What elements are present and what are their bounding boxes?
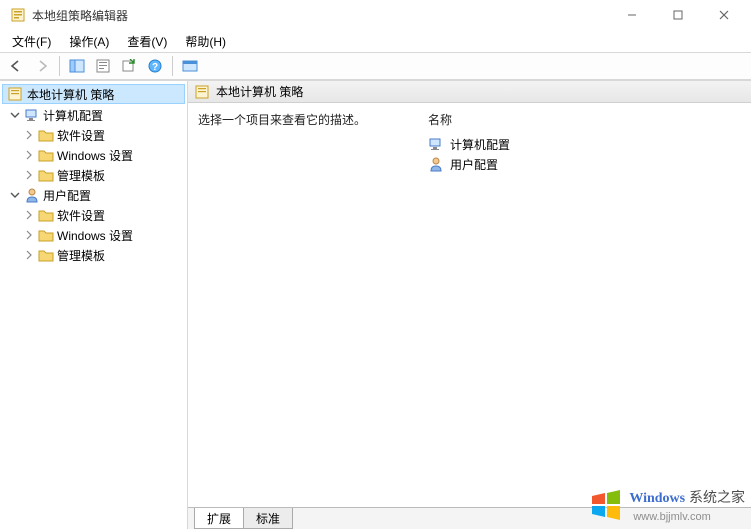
workspace: 本地计算机 策略 计算机配置 软件设置 Windows 设置 管理模板 <box>0 80 751 529</box>
close-button[interactable] <box>701 0 747 30</box>
chevron-right-icon[interactable] <box>23 129 35 141</box>
folder-icon <box>38 167 54 183</box>
tab-standard[interactable]: 标准 <box>243 508 293 529</box>
chevron-down-icon[interactable] <box>9 109 21 121</box>
detail-body: 选择一个项目来查看它的描述。 名称 计算机配置 用户配置 <box>188 103 751 507</box>
list-item-label: 用户配置 <box>450 156 498 173</box>
list-item-computer-config[interactable]: 计算机配置 <box>428 134 741 154</box>
chevron-right-icon[interactable] <box>23 169 35 181</box>
properties-button[interactable] <box>91 55 115 77</box>
tree-label: Windows 设置 <box>57 227 133 244</box>
watermark-brand2: 系统之家 <box>689 489 745 505</box>
export-button[interactable] <box>117 55 141 77</box>
chevron-right-icon[interactable] <box>23 149 35 161</box>
computer-icon <box>428 136 444 152</box>
folder-icon <box>38 207 54 223</box>
tree-node-user-config[interactable]: 用户配置 <box>0 185 187 205</box>
tree-label: 软件设置 <box>57 127 105 144</box>
maximize-button[interactable] <box>655 0 701 30</box>
policy-icon <box>194 84 210 100</box>
windows-logo-icon <box>589 488 623 522</box>
tree-node-admin-templates[interactable]: 管理模板 <box>0 245 187 265</box>
chevron-down-icon[interactable] <box>9 189 21 201</box>
menu-bar: 文件(F) 操作(A) 查看(V) 帮助(H) <box>0 30 751 52</box>
watermark-brand: Windows <box>629 491 685 506</box>
tree-root-label: 本地计算机 策略 <box>27 86 114 103</box>
show-hide-button[interactable] <box>178 55 202 77</box>
tree-label: 软件设置 <box>57 207 105 224</box>
tree-node-computer-config[interactable]: 计算机配置 <box>0 105 187 125</box>
minimize-button[interactable] <box>609 0 655 30</box>
computer-icon <box>24 107 40 123</box>
chevron-right-icon[interactable] <box>23 249 35 261</box>
list-item-user-config[interactable]: 用户配置 <box>428 154 741 174</box>
menu-action[interactable]: 操作(A) <box>61 31 117 52</box>
window-controls <box>609 0 747 30</box>
help-button[interactable]: ? <box>143 55 167 77</box>
user-icon <box>24 187 40 203</box>
tree-label: 管理模板 <box>57 247 105 264</box>
watermark: Windows 系统之家 www.bjjmlv.com <box>589 487 745 523</box>
column-header-name[interactable]: 名称 <box>428 111 741 128</box>
list-item-label: 计算机配置 <box>450 136 510 153</box>
tree-node-windows-settings[interactable]: Windows 设置 <box>0 145 187 165</box>
watermark-url: www.bjjmlv.com <box>633 511 710 523</box>
app-icon <box>10 7 26 23</box>
tree-node-software-settings[interactable]: 软件设置 <box>0 205 187 225</box>
folder-icon <box>38 127 54 143</box>
detail-header-title: 本地计算机 策略 <box>216 83 303 100</box>
tree-label: 管理模板 <box>57 167 105 184</box>
toolbar-separator <box>172 56 173 76</box>
tree-node-windows-settings[interactable]: Windows 设置 <box>0 225 187 245</box>
tree-node-admin-templates[interactable]: 管理模板 <box>0 165 187 185</box>
chevron-right-icon[interactable] <box>23 209 35 221</box>
svg-text:?: ? <box>152 62 158 73</box>
tree-node-software-settings[interactable]: 软件设置 <box>0 125 187 145</box>
menu-view[interactable]: 查看(V) <box>119 31 175 52</box>
title-bar: 本地组策略编辑器 <box>0 0 751 30</box>
tree-label: 用户配置 <box>43 187 91 204</box>
tree-label: Windows 设置 <box>57 147 133 164</box>
tree-label: 计算机配置 <box>43 107 103 124</box>
toolbar-separator <box>59 56 60 76</box>
description-text: 选择一个项目来查看它的描述。 <box>198 111 398 128</box>
nav-back-button[interactable] <box>4 55 28 77</box>
menu-help[interactable]: 帮助(H) <box>177 31 234 52</box>
description-column: 选择一个项目来查看它的描述。 <box>198 111 398 499</box>
nav-forward-button[interactable] <box>30 55 54 77</box>
tab-extended[interactable]: 扩展 <box>194 508 244 529</box>
detail-pane: 本地计算机 策略 选择一个项目来查看它的描述。 名称 计算机配置 用户配置 扩展… <box>188 81 751 529</box>
user-icon <box>428 156 444 172</box>
folder-icon <box>38 247 54 263</box>
menu-file[interactable]: 文件(F) <box>4 31 59 52</box>
folder-icon <box>38 227 54 243</box>
detail-header: 本地计算机 策略 <box>188 81 751 103</box>
panes-button[interactable] <box>65 55 89 77</box>
chevron-right-icon[interactable] <box>23 229 35 241</box>
list-column: 名称 计算机配置 用户配置 <box>428 111 741 499</box>
folder-icon <box>38 147 54 163</box>
policy-root-icon <box>7 86 23 102</box>
window-title: 本地组策略编辑器 <box>32 7 609 24</box>
tree-root[interactable]: 本地计算机 策略 <box>2 84 185 104</box>
tree-pane[interactable]: 本地计算机 策略 计算机配置 软件设置 Windows 设置 管理模板 <box>0 81 188 529</box>
toolbar: ? <box>0 52 751 80</box>
